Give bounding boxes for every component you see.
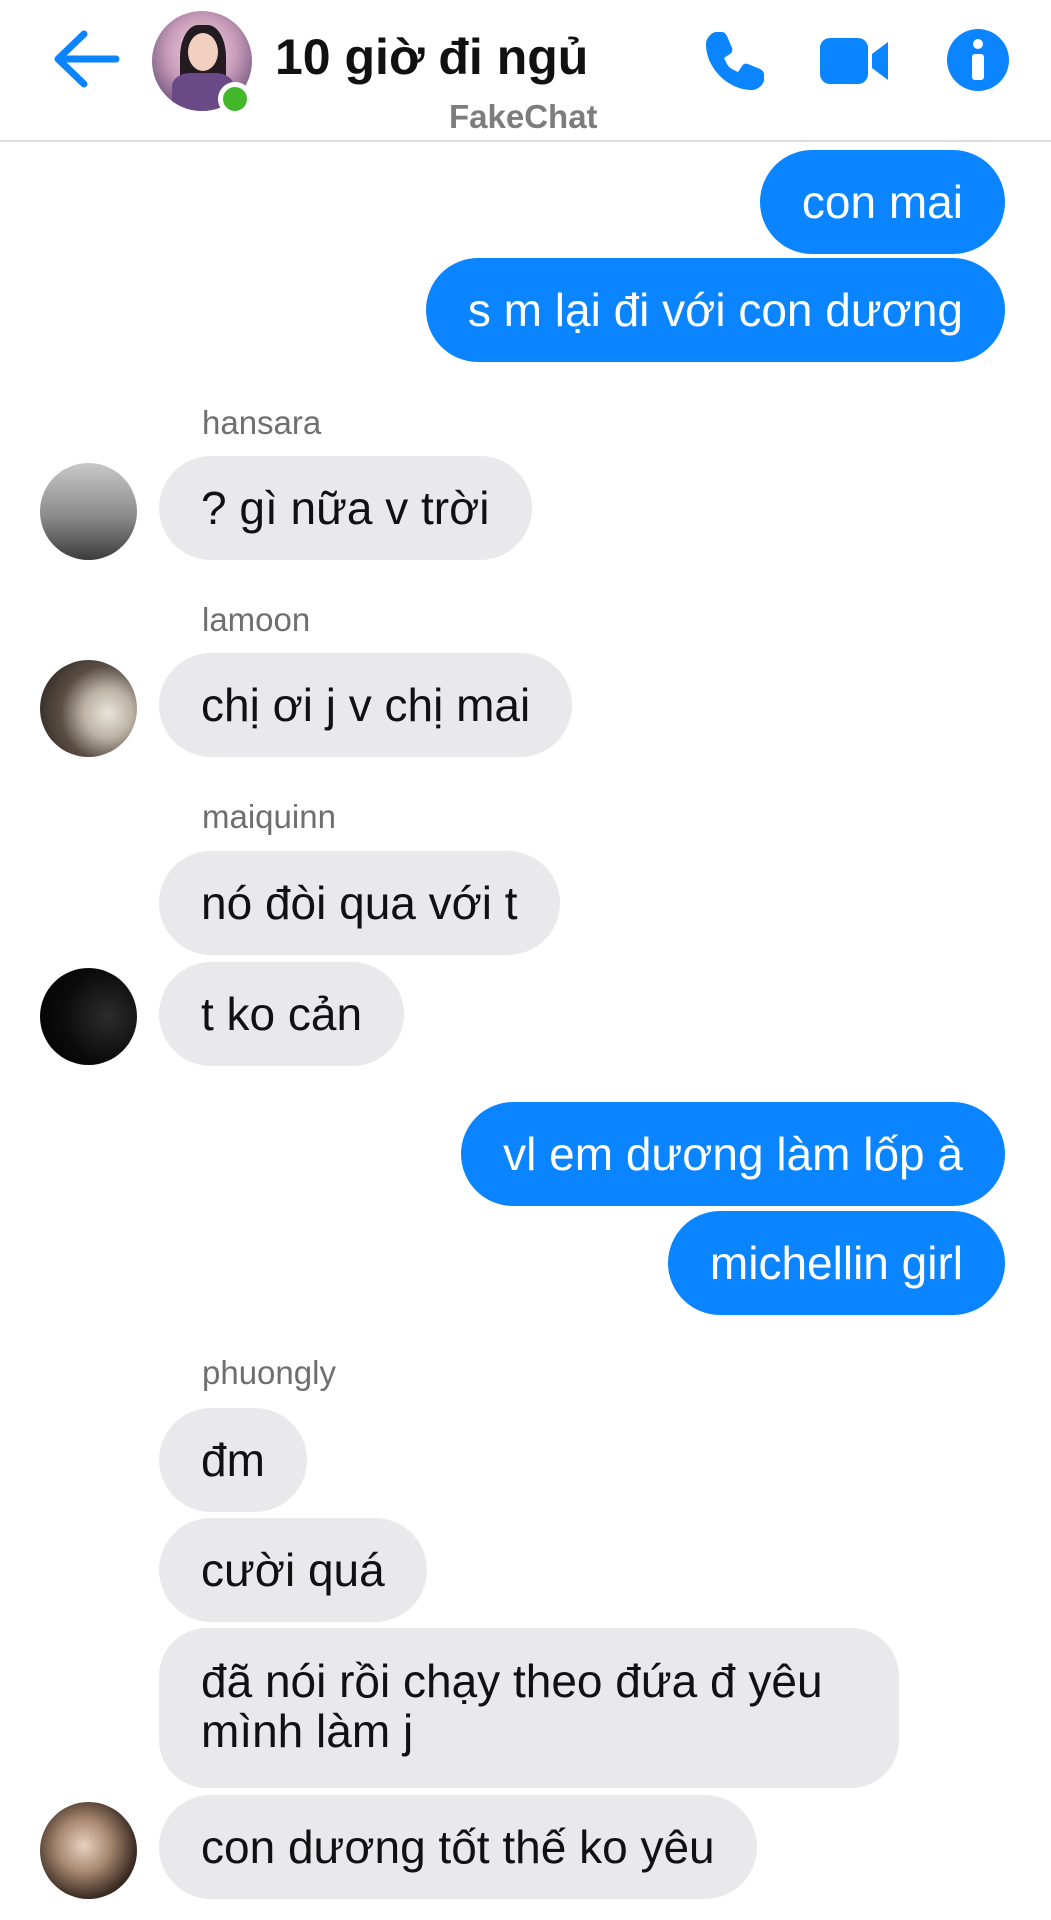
sender-avatar-phuongly[interactable] <box>40 1802 137 1899</box>
incoming-message[interactable]: đã nói rồi chạy theo đứa đ yêu mình làm … <box>159 1628 899 1788</box>
chat-title[interactable]: 10 giờ đi ngủ <box>275 28 588 86</box>
watermark-label: FakeChat <box>449 98 598 135</box>
outgoing-message[interactable]: s m lại đi với con dương <box>425 258 1005 362</box>
info-icon[interactable] <box>946 28 1010 92</box>
back-arrow-icon[interactable] <box>50 28 120 90</box>
outgoing-message[interactable]: vl em dương làm lốp à <box>461 1102 1005 1206</box>
incoming-message[interactable]: nó đòi qua với t <box>159 851 560 955</box>
sender-name: maiquinn <box>202 798 336 835</box>
sender-avatar-maiquinn[interactable] <box>40 968 137 1065</box>
sender-name: hansara <box>202 404 322 441</box>
incoming-message[interactable]: ? gì nữa v trời <box>159 456 532 560</box>
sender-name: lamoon <box>202 601 311 638</box>
sender-avatar-hansara[interactable] <box>40 463 137 560</box>
outgoing-message[interactable]: con mai <box>759 150 1005 254</box>
incoming-message[interactable]: t ko cản <box>159 962 405 1066</box>
phone-icon[interactable] <box>702 28 768 94</box>
sender-name: phuongly <box>202 1354 336 1391</box>
incoming-message[interactable]: đm <box>159 1408 307 1512</box>
incoming-message[interactable]: cười quá <box>159 1518 427 1622</box>
online-status-dot <box>218 82 252 116</box>
incoming-message[interactable]: chị ơi j v chị mai <box>159 653 573 757</box>
chat-header: 10 giờ đi ngủ FakeChat <box>0 0 1051 142</box>
outgoing-message[interactable]: michellin girl <box>667 1211 1005 1315</box>
sender-avatar-lamoon[interactable] <box>40 660 137 757</box>
incoming-message[interactable]: con dương tốt thế ko yêu <box>159 1795 757 1899</box>
video-camera-icon[interactable] <box>818 28 890 94</box>
